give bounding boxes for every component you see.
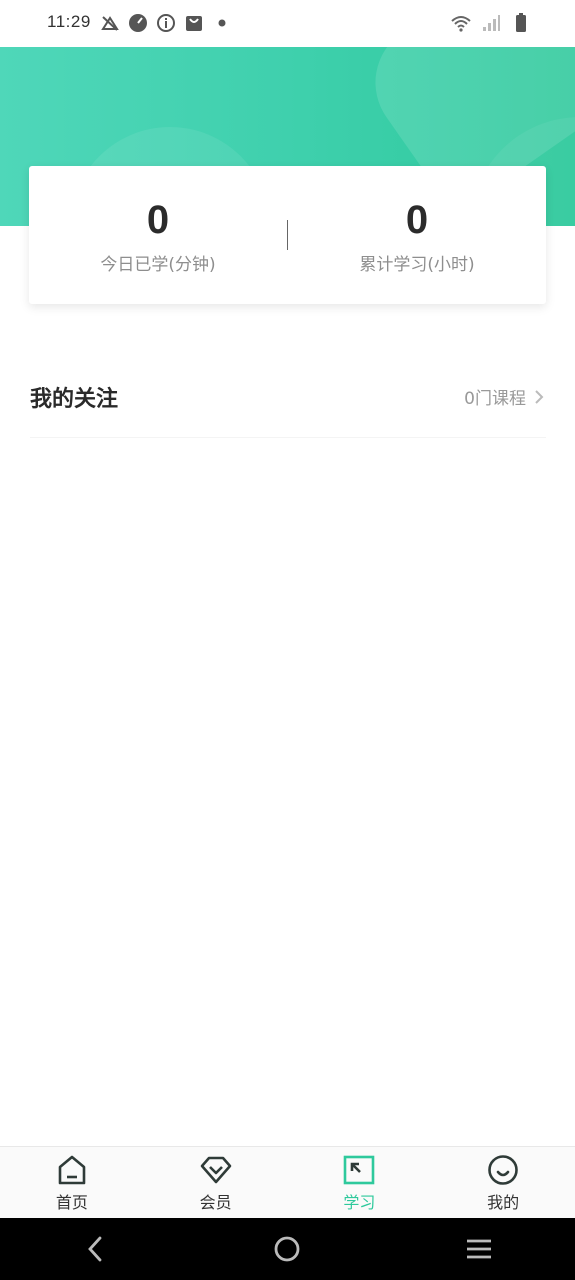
tab-home-label: 首页: [55, 1192, 88, 1212]
status-icons-left: [100, 12, 232, 34]
tab-vip-label: 会员: [199, 1192, 232, 1212]
back-icon[interactable]: [81, 1234, 111, 1264]
system-nav-bar: [0, 1218, 575, 1280]
my-follows-row[interactable]: 我的关注 0门课程: [30, 372, 546, 438]
total-study-stat[interactable]: 0 累计学习(小时): [288, 196, 546, 275]
home-icon: [58, 1155, 86, 1184]
my-follows-title: 我的关注: [30, 386, 119, 412]
signal-icon: [483, 15, 500, 31]
home-circle-icon[interactable]: [272, 1234, 302, 1264]
shopping-bag-icon: [186, 16, 202, 31]
status-bar: 11:29: [0, 0, 575, 47]
dot-icon: [218, 19, 226, 27]
tab-mine-label: 我的: [487, 1192, 520, 1212]
status-time: 11:29: [47, 12, 91, 31]
info-icon: [157, 14, 175, 32]
total-study-value: 0: [405, 197, 429, 242]
today-study-label: 今日已学(分钟): [100, 254, 216, 275]
tab-home[interactable]: 首页: [0, 1147, 144, 1218]
tab-learn[interactable]: 学习: [288, 1147, 432, 1218]
study-stats-card: 0 今日已学(分钟) 0 累计学习(小时): [29, 166, 546, 304]
speedometer-icon: [129, 14, 147, 32]
learn-icon: [344, 1155, 375, 1184]
tab-vip[interactable]: 会员: [144, 1147, 288, 1218]
today-study-stat[interactable]: 0 今日已学(分钟): [29, 196, 287, 275]
tab-mine[interactable]: 我的: [431, 1147, 575, 1218]
follows-count-link[interactable]: 0门课程: [464, 384, 546, 409]
today-study-value: 0: [146, 197, 170, 242]
battery-icon: [516, 13, 526, 32]
profile-icon: [488, 1154, 518, 1185]
total-study-label: 累计学习(小时): [359, 254, 475, 275]
status-icons-right: [451, 12, 531, 34]
chevron-right-icon: [535, 389, 544, 404]
tab-learn-label: 学习: [343, 1192, 376, 1212]
diamond-icon: [200, 1156, 231, 1183]
bottom-tab-bar: 首页 会员 学习 我的: [0, 1146, 575, 1218]
follows-count-label: 0门课程: [464, 389, 526, 409]
no-ads-icon: [101, 16, 119, 31]
wifi-icon: [451, 16, 471, 32]
menu-icon[interactable]: [464, 1234, 494, 1264]
